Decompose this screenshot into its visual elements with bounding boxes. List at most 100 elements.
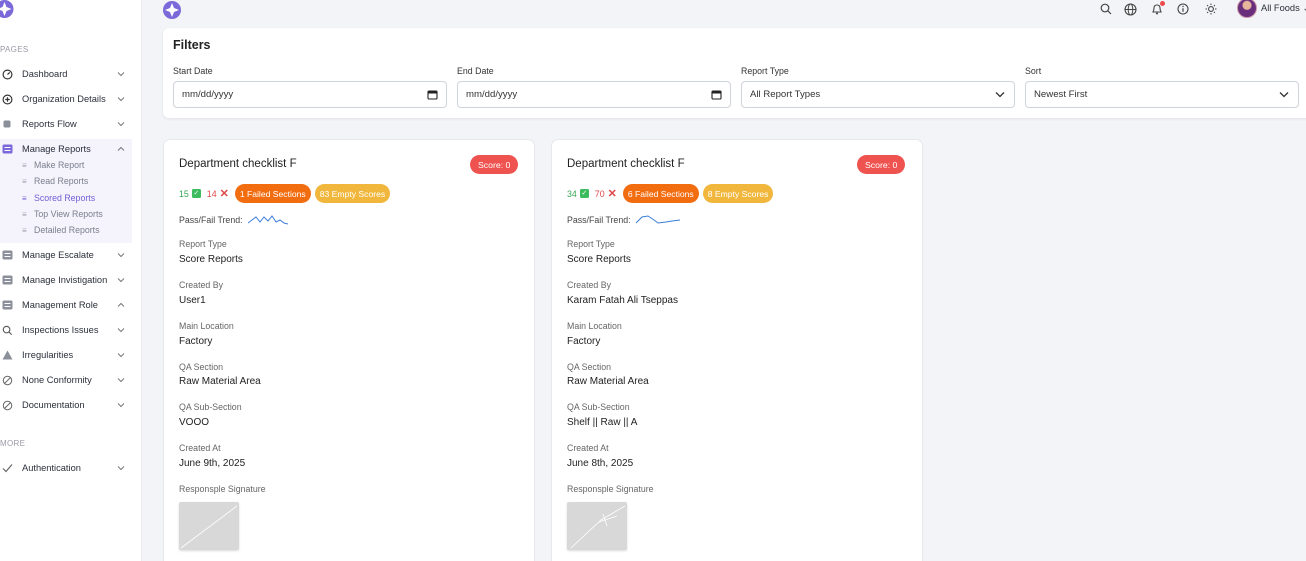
search-icon[interactable] [1099,2,1113,16]
sidebar-sub-make-report[interactable]: ≡ Make Report [22,158,84,172]
filter-icon: ≡ [22,176,27,186]
chevron-down-icon [994,89,1006,101]
x-icon: ✕ [607,188,617,200]
plus-circle-icon [1,93,13,105]
card-title: Department checklist F [179,158,297,170]
main-location-value: Factory [179,336,213,347]
report-type-value: Score Reports [179,254,243,265]
app-logo-icon[interactable] [0,0,17,20]
report-type-label: Report Type [567,239,615,249]
list-icon [1,299,13,311]
user-menu[interactable]: All Foods ⌄ [1261,3,1306,14]
chevron-down-icon [116,94,126,104]
sidebar-sub-detailed-reports[interactable]: ≡ Detailed Reports [22,223,100,237]
report-type-label: Report Type [741,66,789,76]
end-date-input[interactable]: mm/dd/yyyy [457,81,731,108]
ban-icon [1,374,13,386]
failed-sections-badge: 6 Failed Sections [622,184,699,203]
chevron-down-icon [116,69,126,79]
report-type-select[interactable]: All Report Types [741,81,1015,108]
report-type-label: Report Type [179,239,227,249]
signature-image[interactable] [567,502,627,550]
card-title: Department checklist F [567,158,685,170]
sidebar-item-authentication[interactable]: Authentication [0,459,132,477]
sidebar-item-reports-flow[interactable]: Reports Flow [0,115,132,133]
created-by-value: Karam Fatah Ali Tseppas [567,295,678,306]
sidebar-sub-read-reports[interactable]: ≡ Read Reports [22,174,88,188]
start-date-input[interactable]: mm/dd/yyyy [173,81,447,108]
qa-section-value: Raw Material Area [567,376,649,387]
trend-sparkline [635,215,680,224]
chevron-up-icon [116,300,126,310]
report-card[interactable]: Department checklist F Score: 0 15 ✓ 14 … [163,139,535,561]
calendar-icon[interactable] [426,89,438,101]
sort-select[interactable]: Newest First [1025,81,1299,108]
stats-row: 34 ✓ 70 ✕ 6 Failed Sections 8 Empty Scor… [567,184,777,203]
sidebar: PAGES Dashboard Organization Details Rep… [0,0,142,561]
qa-sub-section-label: QA Sub-Section [567,402,630,412]
passed-count: 15 [179,188,189,199]
notification-dot [1160,1,1165,6]
report-card[interactable]: Department checklist F Score: 0 34 ✓ 70 … [551,139,923,561]
check-icon [1,462,13,474]
section-more: MORE [0,439,26,448]
chevron-down-icon [116,400,126,410]
sidebar-sub-scored-reports[interactable]: ≡ Scored Reports [22,191,95,205]
topbar: All Foods ⌄ [142,0,1306,22]
theme-toggle-icon[interactable] [1204,2,1218,16]
qa-section-label: QA Section [567,362,612,372]
sidebar-item-organization-details[interactable]: Organization Details [0,90,132,108]
sidebar-item-irregularities[interactable]: Irregularities [0,346,132,364]
signature-image[interactable] [179,502,239,550]
search-icon [1,324,13,336]
trend-row: Pass/Fail Trend: [567,214,680,226]
filters-panel: Filters Start Date mm/dd/yyyy End Date m… [163,28,1306,118]
check-box-icon: ✓ [579,189,589,198]
list-icon [1,249,13,261]
sidebar-item-none-conformity[interactable]: None Conformity [0,371,132,389]
main-location-label: Main Location [567,321,622,331]
warning-icon [1,349,13,361]
avatar[interactable] [1237,0,1257,18]
created-by-value: User1 [179,295,206,306]
info-icon[interactable] [1176,2,1190,16]
calendar-icon[interactable] [710,89,722,101]
failed-count: 70 [594,188,605,199]
trend-row: Pass/Fail Trend: [179,214,288,226]
signature-label: Responsple Signature [567,484,654,494]
qa-sub-section-value: Shelf || Raw || A [567,417,638,428]
chevron-down-icon [1278,89,1290,101]
chevron-down-icon [116,350,126,360]
chevron-down-icon [116,275,126,285]
sidebar-item-inspections-issues[interactable]: Inspections Issues [0,321,132,339]
sidebar-item-documentation[interactable]: Documentation [0,396,132,414]
globe-icon[interactable] [1123,2,1137,16]
sidebar-item-dashboard[interactable]: Dashboard [0,65,132,83]
failed-sections-badge: 1 Failed Sections [234,184,311,203]
sidebar-sub-top-view-reports[interactable]: ≡ Top View Reports [22,207,103,221]
chevron-down-icon [116,119,126,129]
sidebar-item-management-role[interactable]: Management Role [0,296,132,314]
created-by-label: Created By [179,280,224,290]
start-date-label: Start Date [173,66,213,76]
sidebar-item-manage-escalate[interactable]: Manage Escalate [0,246,132,264]
section-pages: PAGES [0,45,29,54]
empty-scores-badge: 8 Empty Scores [702,184,774,203]
filter-icon: ≡ [22,209,27,219]
created-at-value: June 9th, 2025 [179,458,246,469]
list-icon [1,274,13,286]
app-logo-icon[interactable] [161,0,183,20]
document-icon [1,118,13,130]
created-at-label: Created At [179,443,221,453]
sidebar-item-manage-invistigation[interactable]: Manage Invistigation [0,271,132,289]
main-location-value: Factory [567,336,601,347]
chevron-down-icon [116,375,126,385]
filter-icon: ≡ [22,225,27,235]
sidebar-item-manage-reports[interactable]: Manage Reports [0,140,132,158]
signature-label: Responsple Signature [179,484,266,494]
qa-section-value: Raw Material Area [179,376,261,387]
dashboard-icon [1,68,13,80]
notifications-icon[interactable] [1150,1,1165,16]
chevron-down-icon [116,325,126,335]
score-badge: Score: 0 [470,155,519,174]
